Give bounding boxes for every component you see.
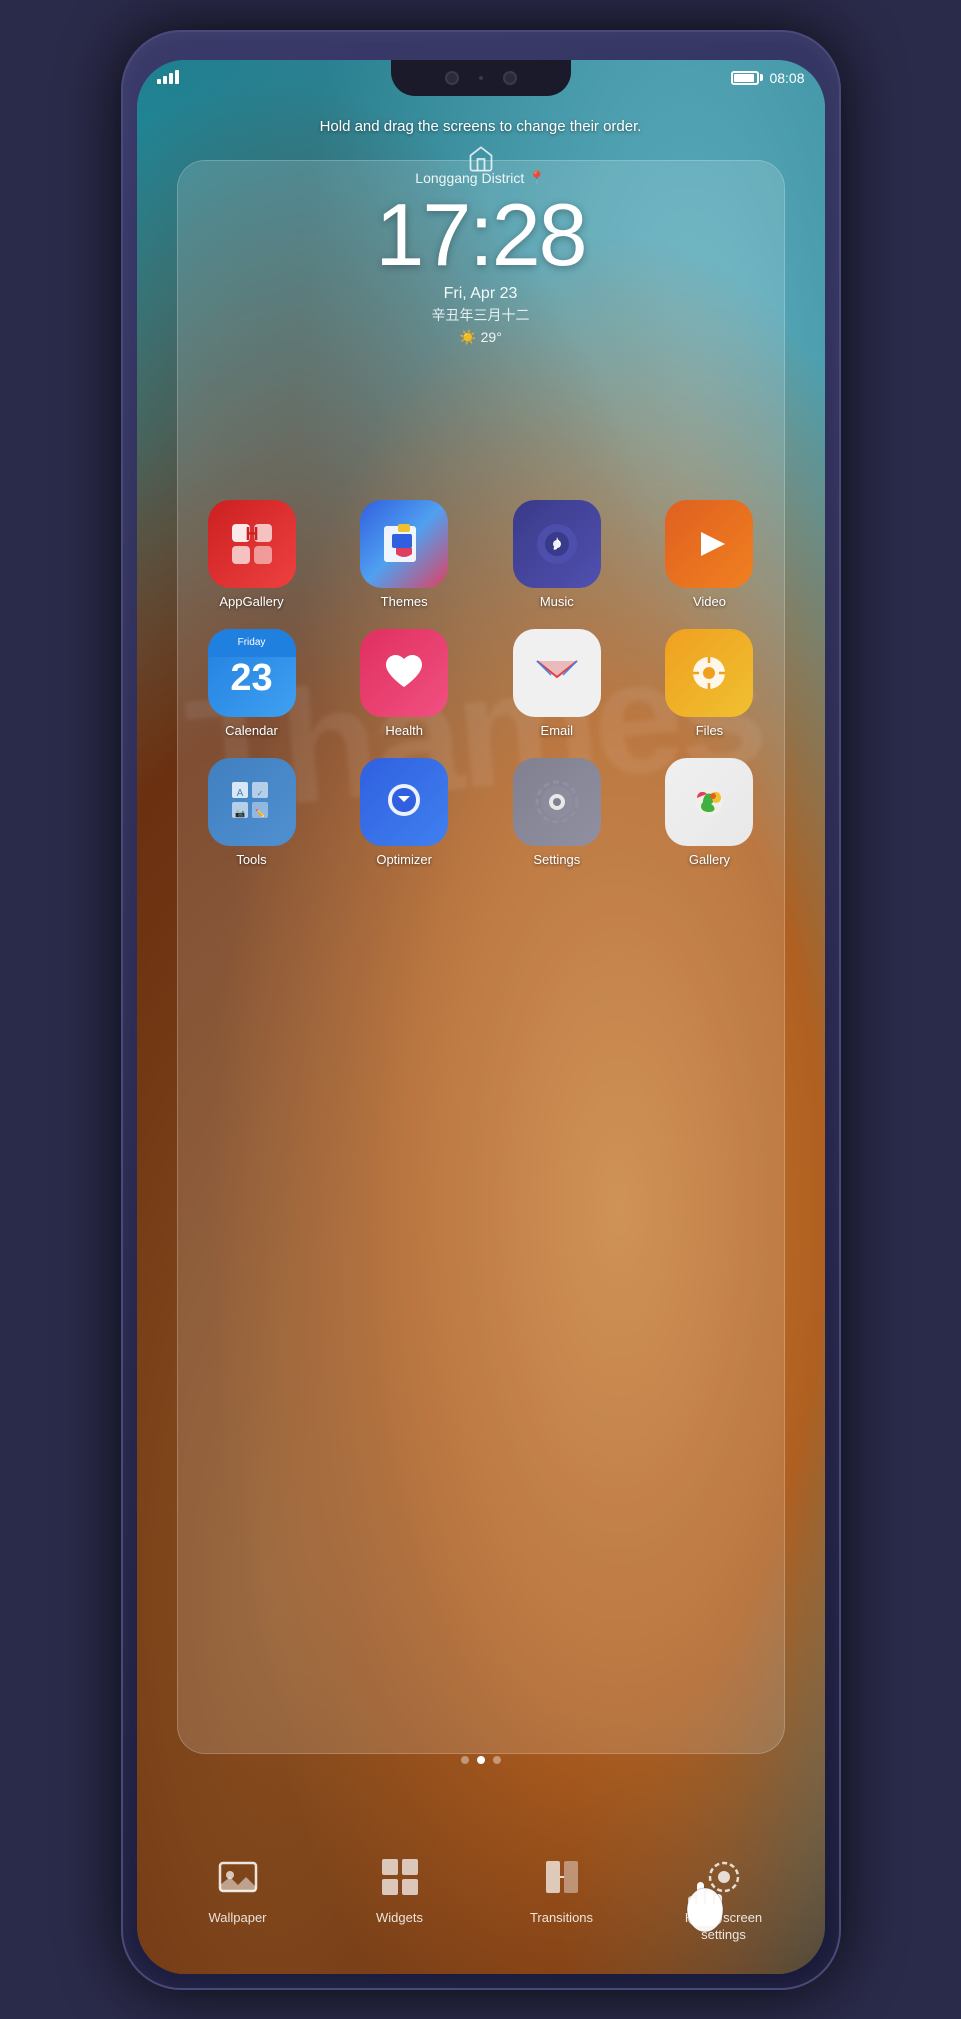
page-dots <box>137 1756 825 1764</box>
clock-area: Longgang District 📍 17:28 Fri, Apr 23 辛丑… <box>137 170 825 346</box>
home-card <box>177 160 785 1754</box>
svg-text:✓: ✓ <box>256 789 263 798</box>
status-time: 08:08 <box>769 70 804 86</box>
app-files[interactable]: Files <box>654 629 764 738</box>
front-camera <box>445 71 459 85</box>
app-row-2: Friday 23 Calendar Health <box>197 629 765 738</box>
weather-temp: 29° <box>481 329 502 345</box>
signal-bar-1 <box>157 79 161 84</box>
files-icon <box>665 629 753 717</box>
wallpaper-label: Wallpaper <box>208 1910 266 1927</box>
app-settings[interactable]: Settings <box>502 758 612 867</box>
app-appgallery[interactable]: H AppGallery <box>197 500 307 609</box>
location-label: Longgang District <box>415 170 524 186</box>
battery-body <box>731 71 759 85</box>
tools-label: Tools <box>236 852 266 867</box>
video-icon <box>665 500 753 588</box>
music-label: Music <box>540 594 574 609</box>
signal-bar-2 <box>163 76 167 84</box>
page-dot-1[interactable] <box>461 1756 469 1764</box>
wallpaper-icon <box>213 1852 263 1902</box>
battery-fill <box>734 74 754 82</box>
settings-icon <box>513 758 601 846</box>
svg-text:H: H <box>245 524 258 544</box>
app-grid: H AppGallery Themes <box>197 500 765 887</box>
phone-outer: Thames <box>121 30 841 1990</box>
svg-text:✏️: ✏️ <box>255 808 265 818</box>
ir-sensor <box>503 71 517 85</box>
optimizer-label: Optimizer <box>376 852 432 867</box>
widgets-icon <box>375 1852 425 1902</box>
cursor-hand <box>675 1874 735 1944</box>
toolbar-transitions[interactable]: Transitions <box>502 1852 622 1927</box>
signal-indicator <box>157 70 179 84</box>
appgallery-icon: H <box>208 500 296 588</box>
app-health[interactable]: Health <box>349 629 459 738</box>
page-dot-2[interactable] <box>477 1756 485 1764</box>
app-gallery[interactable]: Gallery <box>654 758 764 867</box>
phone-screen: Thames <box>137 60 825 1974</box>
clock-time: 17:28 <box>137 191 825 279</box>
app-row-1: H AppGallery Themes <box>197 500 765 609</box>
speaker <box>479 76 483 80</box>
toolbar-wallpaper[interactable]: Wallpaper <box>178 1852 298 1927</box>
email-label: Email <box>541 723 574 738</box>
widgets-label: Widgets <box>376 1910 423 1927</box>
app-email[interactable]: Email <box>502 629 612 738</box>
health-label: Health <box>385 723 423 738</box>
app-calendar[interactable]: Friday 23 Calendar <box>197 629 307 738</box>
health-icon <box>360 629 448 717</box>
calendar-label: Calendar <box>225 723 278 738</box>
video-label: Video <box>693 594 726 609</box>
signal-bar-4 <box>175 70 179 84</box>
app-themes[interactable]: Themes <box>349 500 459 609</box>
page-dot-3[interactable] <box>493 1756 501 1764</box>
clock-weather: ☀️ 29° <box>137 329 825 346</box>
email-icon <box>513 629 601 717</box>
files-label: Files <box>696 723 723 738</box>
clock-lunar: 辛丑年三月十二 <box>137 305 825 325</box>
gallery-label: Gallery <box>689 852 730 867</box>
location-text: Longgang District 📍 <box>137 170 825 187</box>
app-tools[interactable]: A ✓ 📷 ✏️ Tools <box>197 758 307 867</box>
tools-icon: A ✓ 📷 ✏️ <box>208 758 296 846</box>
calendar-icon: Friday 23 <box>208 629 296 717</box>
transitions-icon <box>537 1852 587 1902</box>
status-right: 08:08 <box>731 70 804 86</box>
transitions-label: Transitions <box>530 1910 593 1927</box>
instruction-text: Hold and drag the screens to change thei… <box>137 118 825 135</box>
optimizer-icon <box>360 758 448 846</box>
battery-icon <box>731 71 763 85</box>
appgallery-label: AppGallery <box>219 594 283 609</box>
themes-icon <box>360 500 448 588</box>
app-video[interactable]: Video <box>654 500 764 609</box>
app-optimizer[interactable]: Optimizer <box>349 758 459 867</box>
location-pin-icon: 📍 <box>528 170 545 187</box>
toolbar-widgets[interactable]: Widgets <box>340 1852 460 1927</box>
app-music[interactable]: ♪ Music <box>502 500 612 609</box>
themes-label: Themes <box>381 594 428 609</box>
weather-icon: ☀️ <box>459 329 476 346</box>
settings-label: Settings <box>533 852 580 867</box>
gallery-icon <box>665 758 753 846</box>
notch <box>391 60 571 96</box>
signal-bar-3 <box>169 73 173 84</box>
battery-tip <box>760 74 763 81</box>
svg-text:A: A <box>236 788 243 799</box>
app-row-3: A ✓ 📷 ✏️ Tools <box>197 758 765 867</box>
clock-date: Fri, Apr 23 <box>137 285 825 303</box>
svg-text:📷: 📷 <box>235 809 245 818</box>
svg-text:♪: ♪ <box>551 530 562 555</box>
music-icon: ♪ <box>513 500 601 588</box>
